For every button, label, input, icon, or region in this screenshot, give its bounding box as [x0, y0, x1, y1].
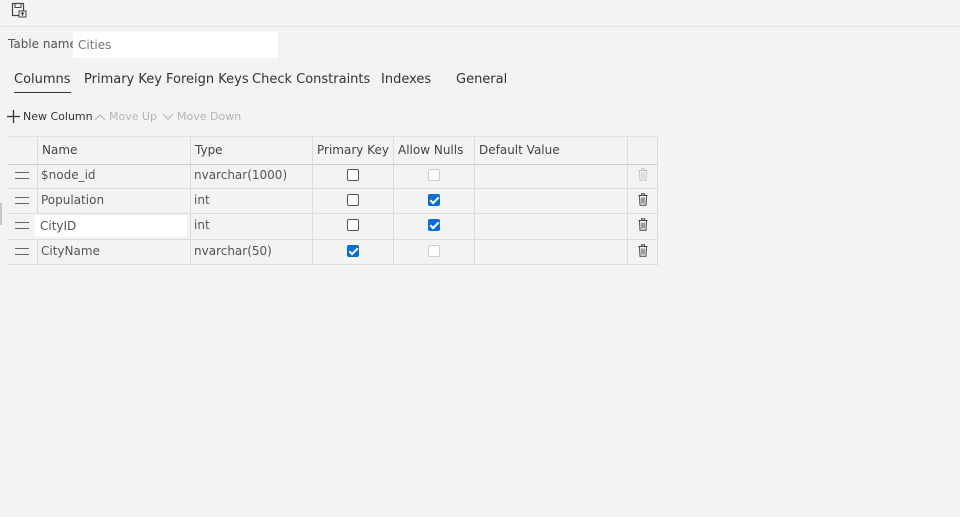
type-cell[interactable]: int	[190, 213, 312, 239]
allow-nulls-checkbox[interactable]	[428, 194, 440, 206]
primary-key-cell	[312, 163, 393, 188]
table-row[interactable]: CityName nvarchar(50)	[8, 239, 658, 265]
tab-check-constraints[interactable]: Check Constraints	[252, 72, 370, 87]
sash-handle[interactable]	[0, 203, 2, 225]
table-row[interactable]: int	[8, 213, 658, 240]
new-column-label: New Column	[23, 110, 93, 123]
drag-handle-icon[interactable]	[15, 197, 29, 204]
table-row[interactable]: Population int	[8, 188, 658, 214]
tab-primary-key[interactable]: Primary Key	[84, 72, 162, 87]
header-allow-nulls[interactable]: Allow Nulls	[393, 137, 474, 164]
actions-cell	[627, 239, 658, 264]
editor-toolbar	[0, 0, 960, 27]
header-allow-nulls-label: Allow Nulls	[398, 143, 464, 157]
primary-key-checkbox[interactable]	[347, 245, 359, 257]
header-primary-key-label: Primary Key	[317, 143, 389, 157]
name-cell[interactable]: $node_id	[37, 163, 190, 188]
header-default-value[interactable]: Default Value	[474, 137, 627, 164]
header-default-value-label: Default Value	[479, 143, 560, 157]
header-name-label: Name	[42, 143, 78, 157]
trash-icon[interactable]	[638, 193, 648, 206]
name-cell[interactable]	[35, 213, 190, 239]
move-up-label: Move Up	[109, 110, 158, 123]
default-value-cell[interactable]	[474, 239, 627, 264]
trash-icon	[638, 168, 648, 181]
column-type: int	[194, 193, 210, 207]
column-type: int	[194, 218, 210, 232]
actions-cell	[627, 213, 658, 239]
header-type-label: Type	[195, 143, 223, 157]
header-actions	[627, 137, 658, 164]
actions-cell	[627, 188, 658, 213]
tab-indexes[interactable]: Indexes	[381, 72, 431, 87]
new-column-button[interactable]: New Column	[7, 110, 93, 123]
allow-nulls-cell	[393, 163, 474, 188]
table-name-input[interactable]	[73, 32, 278, 58]
tab-general[interactable]: General	[456, 72, 507, 87]
type-cell[interactable]: nvarchar(50)	[190, 239, 312, 264]
header-type[interactable]: Type	[190, 137, 312, 164]
grid-header-row: Name Type Primary Key Allow Nulls Defaul…	[8, 136, 658, 165]
table-row[interactable]: $node_id nvarchar(1000)	[8, 163, 658, 189]
table-name-label: Table name	[8, 37, 77, 51]
allow-nulls-checkbox	[428, 245, 440, 257]
default-value-cell[interactable]	[474, 188, 627, 213]
column-name: Population	[41, 193, 105, 207]
drag-handle-icon[interactable]	[15, 222, 29, 229]
primary-key-cell	[312, 213, 393, 239]
tab-foreign-keys[interactable]: Foreign Keys	[166, 72, 249, 87]
primary-key-checkbox[interactable]	[347, 219, 359, 231]
save-icon[interactable]	[11, 2, 27, 18]
allow-nulls-cell	[393, 188, 474, 213]
column-type: nvarchar(50)	[194, 244, 272, 258]
move-down-label: Move Down	[177, 110, 242, 123]
header-primary-key[interactable]: Primary Key	[312, 137, 393, 164]
chevron-up-icon	[94, 113, 106, 120]
move-down-button[interactable]: Move Down	[162, 110, 241, 123]
column-name: CityName	[41, 244, 100, 258]
primary-key-cell	[312, 239, 393, 264]
type-cell[interactable]: nvarchar(1000)	[190, 163, 312, 188]
primary-key-cell	[312, 188, 393, 213]
chevron-down-icon	[162, 113, 174, 120]
drag-handle-icon[interactable]	[15, 248, 29, 255]
header-name[interactable]: Name	[37, 137, 190, 164]
trash-icon[interactable]	[638, 244, 648, 257]
allow-nulls-cell	[393, 239, 474, 264]
name-cell[interactable]: Population	[37, 188, 190, 213]
column-name-input[interactable]	[35, 215, 187, 237]
default-value-cell[interactable]	[474, 213, 627, 239]
allow-nulls-cell	[393, 213, 474, 239]
name-cell[interactable]: CityName	[37, 239, 190, 264]
type-cell[interactable]: int	[190, 188, 312, 213]
allow-nulls-checkbox	[428, 169, 440, 181]
actions-cell	[627, 163, 658, 188]
default-value-cell[interactable]	[474, 163, 627, 188]
primary-key-checkbox[interactable]	[347, 169, 359, 181]
tab-columns[interactable]: Columns	[14, 72, 71, 93]
move-up-button[interactable]: Move Up	[94, 110, 157, 123]
primary-key-checkbox[interactable]	[347, 194, 359, 206]
column-type: nvarchar(1000)	[194, 168, 288, 182]
trash-icon[interactable]	[638, 218, 648, 231]
drag-handle-icon[interactable]	[15, 172, 29, 179]
allow-nulls-checkbox[interactable]	[428, 219, 440, 231]
plus-icon	[7, 110, 20, 123]
column-name: $node_id	[41, 168, 96, 182]
